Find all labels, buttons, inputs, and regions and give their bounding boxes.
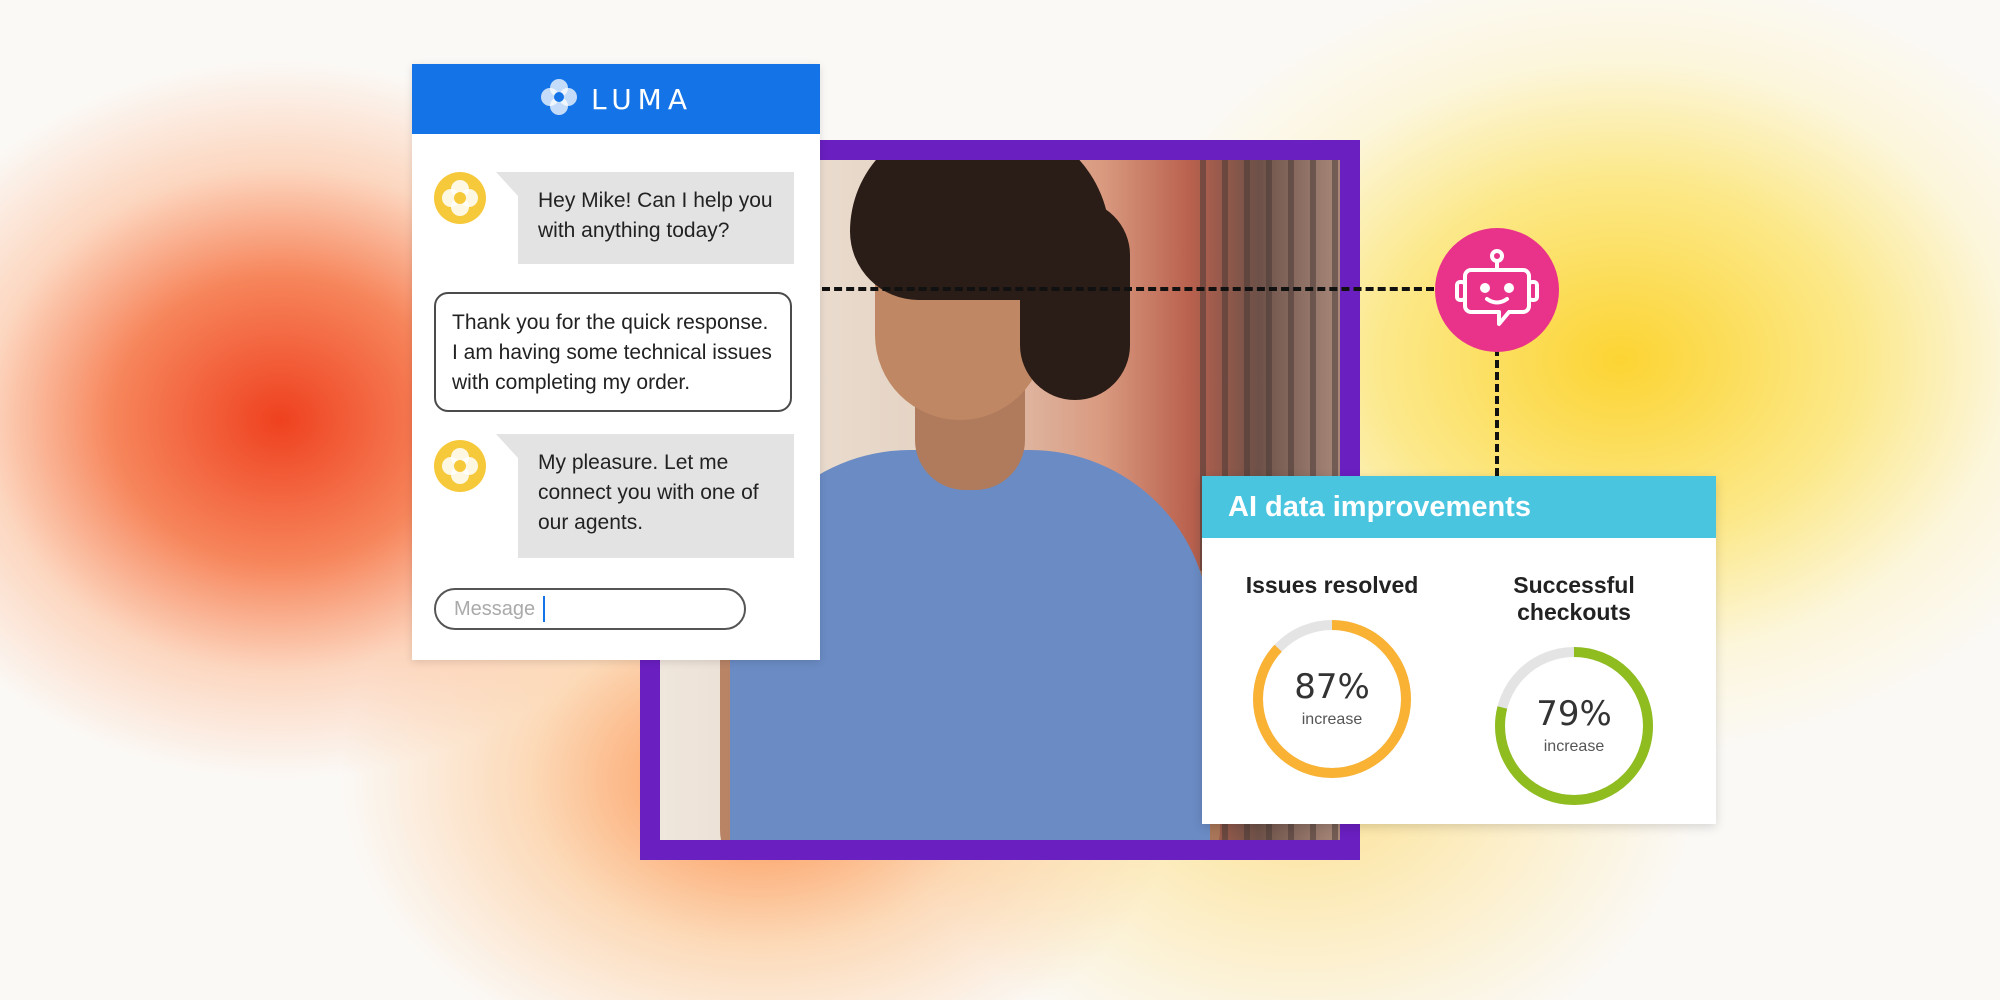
brand-name: LUMA [590,82,693,116]
stat-label: Issues resolved [1245,572,1419,598]
robot-chat-icon [1435,228,1559,352]
stats-card: AI data improvements Issues resolved 87%… [1202,476,1716,824]
stat-successful-checkouts: Successful checkouts 79% increase [1454,572,1694,808]
bot-avatar-icon [434,172,486,224]
stat-label: Successful checkouts [1513,572,1635,625]
user-message-bubble: Thank you for the quick response. I am h… [434,292,792,412]
luma-logo-icon [539,77,579,122]
text-caret [543,596,546,622]
stat-value: 87% [1294,667,1370,707]
chat-widget: LUMA Hey Mike! Can I help you with anyth… [412,64,820,660]
donut-chart: 87% increase [1250,617,1414,781]
bot-message-bubble: My pleasure. Let me connect you with one… [496,434,794,558]
message-input-placeholder: Message [454,597,536,620]
stat-subtext: increase [1301,711,1363,728]
donut-chart: 79% increase [1492,644,1656,808]
stat-value: 79% [1536,694,1612,734]
bot-message-bubble: Hey Mike! Can I help you with anything t… [496,172,794,264]
chat-header: LUMA [412,64,820,134]
bot-avatar-icon [434,440,486,492]
stats-title: AI data improvements [1202,476,1716,538]
message-input[interactable]: Message [434,588,746,630]
stat-issues-resolved: Issues resolved 87% increase [1212,572,1452,781]
connector-line-vertical [1495,336,1499,476]
connector-line-horizontal [822,287,1434,291]
stat-subtext: increase [1543,738,1605,755]
